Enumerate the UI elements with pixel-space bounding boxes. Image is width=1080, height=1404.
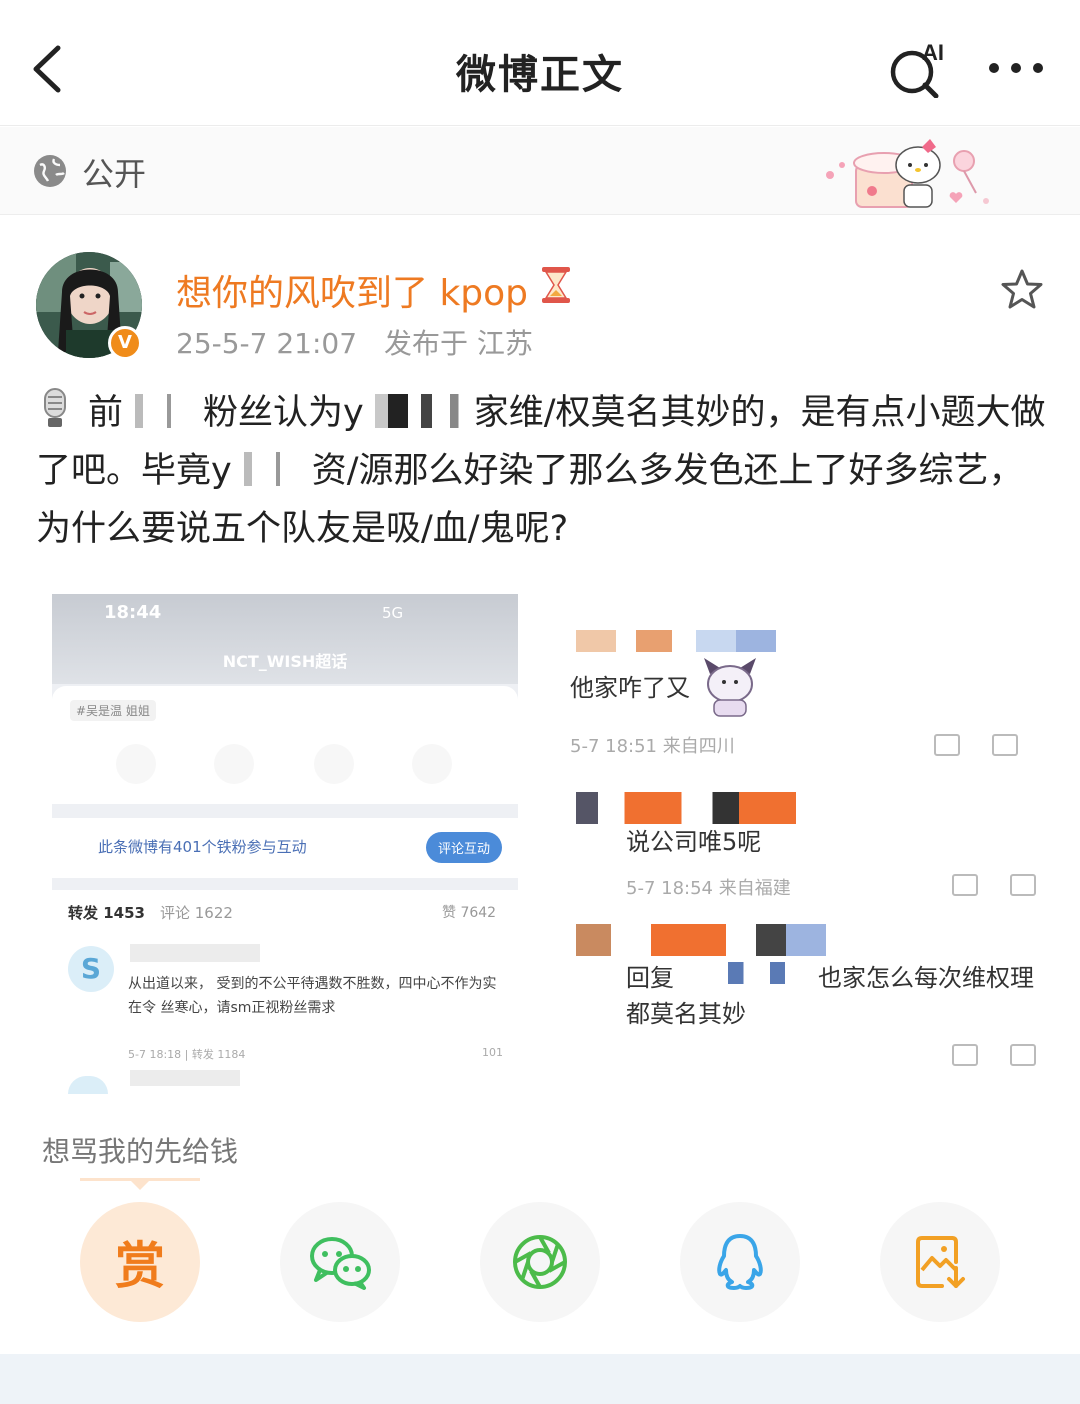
post-text-y1: y	[343, 393, 364, 433]
share-wechat-button[interactable]	[280, 1202, 400, 1322]
post-text-part-1b: 粉丝认为	[203, 393, 344, 433]
right-meta-1: 5-7 18:51 来自四川	[570, 736, 735, 757]
embedded-time: 18:44	[104, 602, 162, 623]
save-image-icon	[916, 1236, 965, 1288]
embedded-comment-likes: 101	[482, 1046, 503, 1059]
redacted-mosaic	[576, 792, 796, 824]
visibility-label: 公开	[82, 155, 147, 193]
embedded-title: NCT_WISH超话	[222, 652, 348, 671]
redacted-mosaic	[123, 394, 204, 428]
post-text: 前粉丝认为y 家维/权莫名其妙的，是有点小题大做了吧。毕竟y 资/源那么好染了那么多…	[36, 384, 1046, 558]
post-image-2[interactable]: 他家咋了又 5-7 18:51 来自四川 说公司唯5呢 5-7 18:54 来自…	[546, 624, 1046, 1084]
hourglass-icon	[542, 267, 570, 303]
embedded-qq-icon	[314, 744, 354, 784]
redacted-mosaic	[363, 394, 474, 428]
share-row: 赏	[0, 1202, 1080, 1322]
reward-button[interactable]: 赏	[80, 1202, 200, 1322]
right-comment-3-suffix: 也家怎么每次维权理	[818, 964, 1034, 992]
share-qq-button[interactable]	[680, 1202, 800, 1322]
redacted-mosaic	[576, 924, 826, 956]
embedded-share-card: #吴是温 姐姐	[52, 686, 518, 804]
post-text-y2: y	[211, 451, 232, 491]
sticker-decoration	[826, 139, 989, 208]
embedded-banner-button: 评论互动	[426, 832, 503, 863]
redacted-mosaic	[130, 944, 260, 962]
visibility-bar: 公开	[0, 127, 1080, 215]
author-name[interactable]: 想你的风吹到了 kpop	[176, 264, 528, 316]
verified-badge: V	[108, 326, 142, 360]
moments-icon	[513, 1235, 567, 1289]
embedded-comments: 转发 1453 评论 1622 赞 7642 S 从出道以来， 受到的不公平待遇…	[52, 890, 518, 1094]
right-comment-3-prefix: 回复	[626, 964, 674, 992]
globe-icon	[34, 155, 66, 187]
embedded-save-icon	[412, 744, 452, 784]
post-text-part-1: 前	[88, 393, 124, 433]
embedded-commenter-avatar: S	[68, 946, 114, 992]
wechat-icon	[310, 1237, 371, 1290]
post-image-1[interactable]: 18:44 5G NCT_WISH超话 #吴是温 姐姐 此条微博有401个铁粉参…	[52, 594, 518, 1094]
share-action-icon	[934, 734, 960, 756]
post-location: 发布于 江苏	[383, 327, 533, 360]
share-action-icon	[952, 1044, 978, 1066]
embedded-banner: 此条微博有401个铁粉参与互动 评论互动	[52, 818, 518, 878]
more-icon[interactable]	[984, 58, 1048, 78]
redacted-mosaic	[576, 630, 776, 652]
embedded-banner-text: 此条微博有401个铁粉参与互动	[98, 838, 307, 856]
comment-action-icon	[1010, 1044, 1036, 1066]
post-meta: 25-5-7 21:07 发布于 江苏	[176, 322, 533, 362]
embedded-comment-footer: 5-7 18:18 | 转发 1184	[128, 1048, 246, 1061]
right-comment-3-line2: 都莫名其妙	[626, 1000, 746, 1028]
embedded-comment-text: 从出道以来， 受到的不公平待遇数不胜数，四中心不作为实在令 丝寒心，请sm正视粉…	[128, 976, 497, 1016]
reward-tagline: 想骂我的先给钱	[42, 1135, 239, 1168]
save-image-button[interactable]	[880, 1202, 1000, 1322]
ai-label: AI	[922, 40, 944, 65]
right-comment-1: 他家咋了又	[570, 674, 690, 702]
embedded-likes: 赞 7642	[442, 905, 497, 921]
embedded-tab-comment: 评论 1622	[160, 904, 233, 922]
comment-action-icon	[1010, 874, 1036, 896]
redacted-mosaic	[706, 962, 816, 984]
star-icon[interactable]	[1000, 268, 1044, 312]
embedded-moments-icon	[214, 744, 254, 784]
microphone-icon	[44, 388, 66, 427]
right-comment-2: 说公司唯5呢	[626, 828, 762, 856]
redacted-mosaic	[231, 452, 312, 486]
embedded-status-bar: 18:44 5G NCT_WISH超话	[52, 594, 518, 684]
ai-search-icon[interactable]: AI	[888, 40, 952, 98]
embedded-wechat-icon	[116, 744, 156, 784]
qq-icon	[717, 1234, 763, 1290]
embedded-next-avatar	[68, 1076, 108, 1094]
top-nav-bar: 微博正文 AI	[0, 0, 1080, 126]
embedded-tab-repost: 转发 1453	[68, 904, 145, 922]
reward-label: 赏	[115, 1237, 165, 1295]
share-action-icon	[952, 874, 978, 896]
right-meta-2: 5-7 18:54 来自福建	[626, 878, 791, 899]
share-moments-button[interactable]	[480, 1202, 600, 1322]
redacted-mosaic	[130, 1070, 240, 1086]
kuromi-sticker	[704, 658, 756, 717]
comment-action-icon	[992, 734, 1018, 756]
post-date: 25-5-7 21:07	[176, 327, 358, 360]
reward-pointer	[128, 1178, 152, 1190]
embedded-signal: 5G	[382, 604, 404, 622]
embedded-tag: #吴是温 姐姐	[70, 700, 156, 721]
bottom-strip	[0, 1354, 1080, 1404]
